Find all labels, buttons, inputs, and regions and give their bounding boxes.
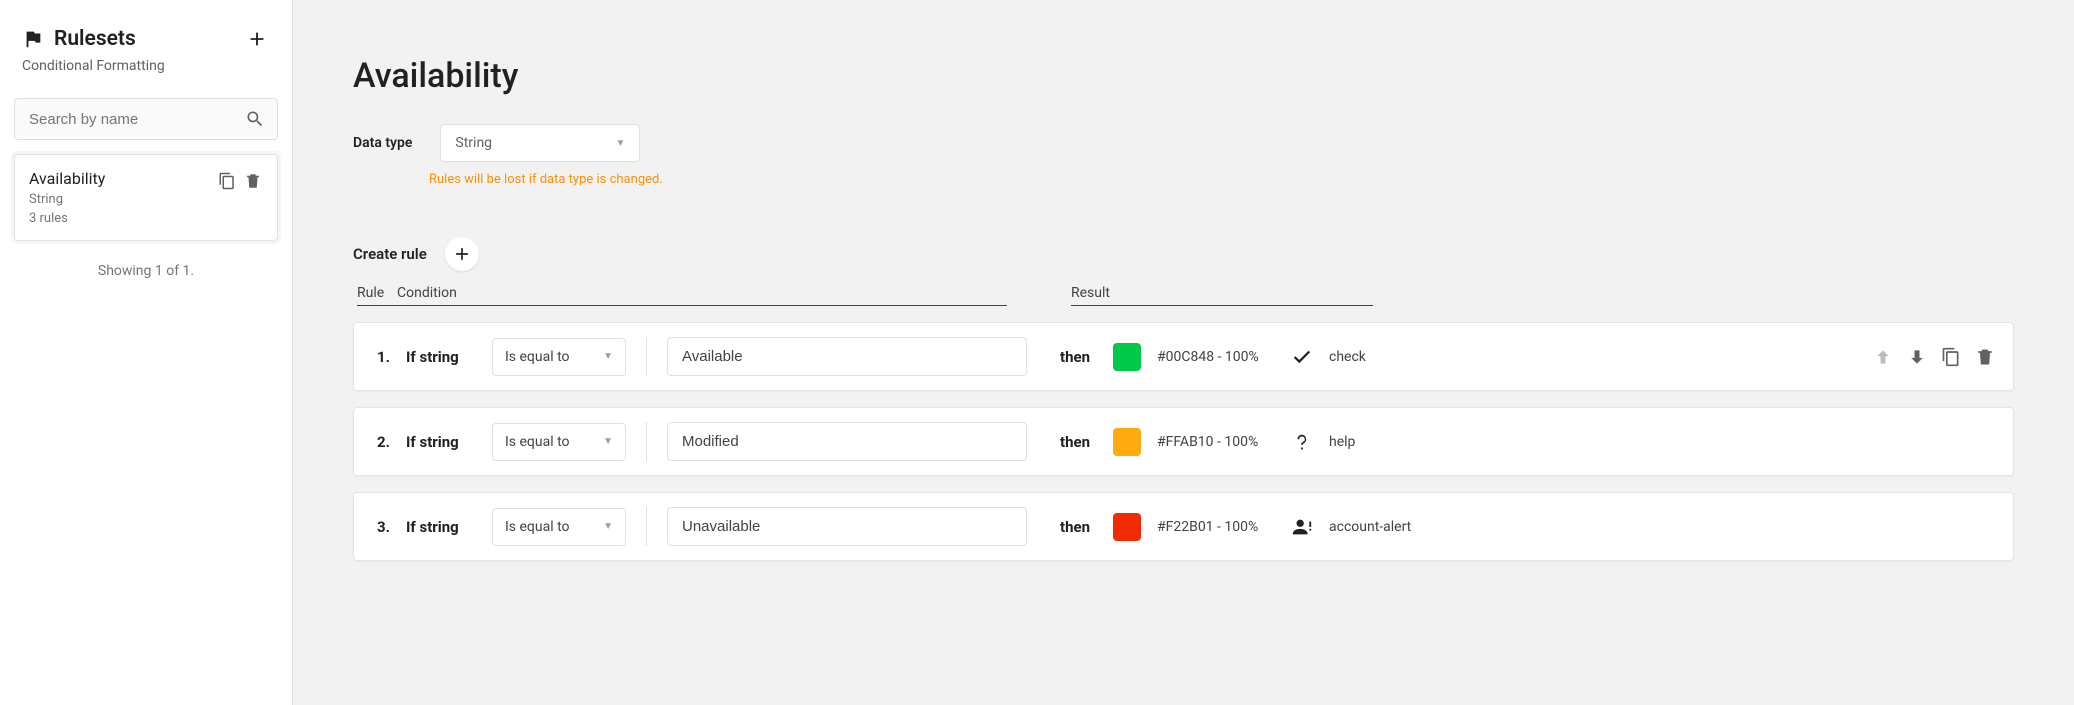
rule-if-label: If string [406,433,476,451]
ruleset-name: Availability [29,169,217,188]
page-title: Availability [353,56,2014,96]
data-type-label: Data type [353,135,412,151]
result-icon-name: account-alert [1329,519,1995,535]
separator [646,337,647,376]
copy-icon[interactable] [1941,347,1961,367]
rule-value-input[interactable] [667,337,1027,376]
color-swatch[interactable] [1113,428,1141,456]
sidebar-title: Rulesets [54,27,136,51]
ruleset-card[interactable]: Availability String 3 rules [14,154,278,241]
rule-row: 2. If string Is equal to ▼ then #FFAB10 … [353,407,2014,476]
color-swatch[interactable] [1113,513,1141,541]
chevron-down-icon: ▼ [603,351,613,362]
rule-operator-value: Is equal to [505,349,570,365]
rule-operator-value: Is equal to [505,434,570,450]
data-type-value: String [455,135,492,151]
data-type-select[interactable]: String ▼ [440,124,640,162]
header-rule: Rule [357,285,397,306]
delete-icon[interactable] [243,171,263,191]
rule-then-label: then [1053,433,1097,451]
result-icon[interactable] [1291,516,1313,538]
flag-icon [22,28,44,50]
rule-index: 3. [372,518,390,536]
search-input-wrapper[interactable] [14,98,278,140]
rule-row: 3. If string Is equal to ▼ then #F22B01 … [353,492,2014,561]
rule-index: 2. [372,433,390,451]
rule-value-input[interactable] [667,422,1027,461]
sidebar-subtitle: Conditional Formatting [22,58,278,74]
rule-if-label: If string [406,518,476,536]
move-down-icon[interactable] [1907,347,1927,367]
rule-then-label: then [1053,348,1097,366]
separator [646,422,647,461]
result-icon-name: help [1329,434,1995,450]
result-icon[interactable] [1291,431,1313,453]
ruleset-type: String [29,192,217,207]
rule-row: 1. If string Is equal to ▼ then #00C848 … [353,322,2014,391]
copy-icon[interactable] [217,171,237,191]
create-rule-button[interactable] [445,237,479,271]
create-rule-label: Create rule [353,245,427,263]
header-result: Result [1071,285,1373,306]
rule-then-label: then [1053,518,1097,536]
result-icon-name: check [1329,349,1857,365]
separator [646,507,647,546]
delete-icon[interactable] [1975,347,1995,367]
color-text: #F22B01 - 100% [1157,519,1275,535]
sidebar-footer: Showing 1 of 1. [14,263,278,279]
rule-operator-value: Is equal to [505,519,570,535]
rule-operator-select[interactable]: Is equal to ▼ [492,338,626,376]
chevron-down-icon: ▼ [603,436,613,447]
rule-if-label: If string [406,348,476,366]
search-input[interactable] [27,110,239,129]
color-text: #00C848 - 100% [1157,349,1275,365]
move-up-icon[interactable] [1873,347,1893,367]
rule-index: 1. [372,348,390,366]
chevron-down-icon: ▼ [603,521,613,532]
result-icon[interactable] [1291,346,1313,368]
chevron-down-icon: ▼ [616,138,626,149]
rule-operator-select[interactable]: Is equal to ▼ [492,423,626,461]
ruleset-count: 3 rules [29,211,217,226]
search-icon[interactable] [245,109,265,129]
rule-value-input[interactable] [667,507,1027,546]
color-text: #FFAB10 - 100% [1157,434,1275,450]
data-type-warning: Rules will be lost if data type is chang… [429,172,2014,187]
color-swatch[interactable] [1113,343,1141,371]
add-ruleset-button[interactable] [244,26,270,52]
rule-operator-select[interactable]: Is equal to ▼ [492,508,626,546]
header-condition: Condition [397,285,1007,306]
